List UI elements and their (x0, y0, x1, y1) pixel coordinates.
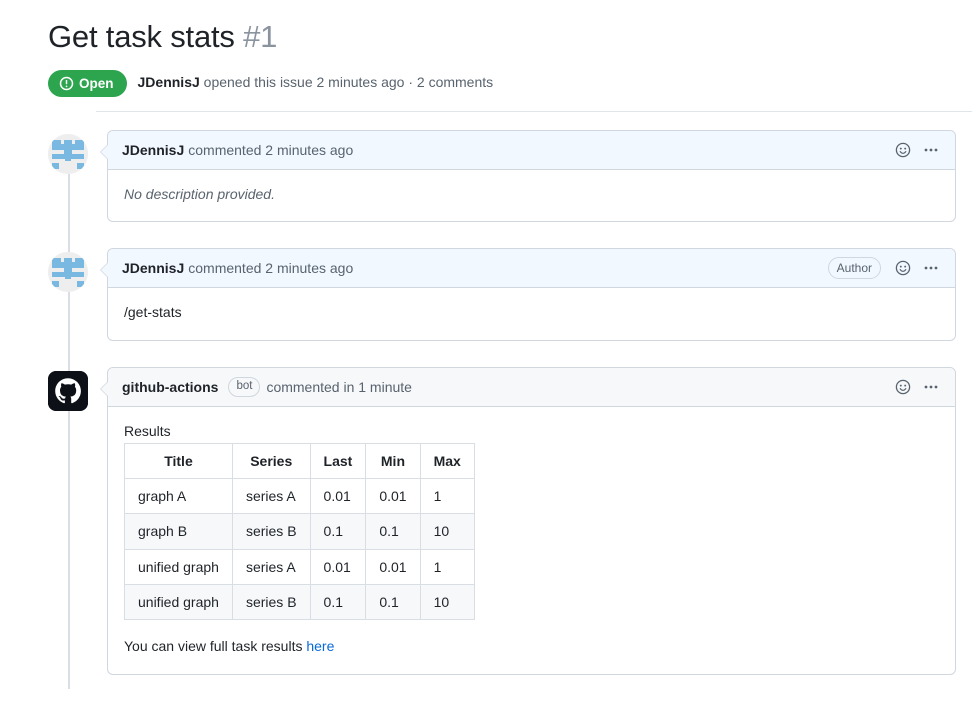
comment-header: JDennisJ commented 2 minutes ago Author (108, 249, 955, 289)
cell-min: 0.01 (365, 478, 421, 515)
comment-timestamp: commented 2 minutes ago (188, 141, 354, 158)
identicon-avatar (48, 133, 88, 174)
table-row: graph B series B 0.1 0.1 10 (124, 513, 475, 550)
cell-series: series A (231, 478, 311, 515)
cell-title: unified graph (124, 583, 233, 621)
comment-timeline: JDennisJ commented 2 minutes ago No desc… (0, 129, 972, 689)
table-header-row: Title Series Last Min Max (124, 442, 475, 480)
issue-meta-action: opened this issue 2 minutes ago · 2 comm… (203, 74, 494, 91)
results-footer: You can view full task results here (124, 636, 939, 658)
comment-body: /get-stats (108, 288, 955, 340)
comment-author[interactable]: github-actions (122, 379, 218, 395)
column-header-last: Last (309, 442, 367, 480)
bot-badge: bot (228, 377, 261, 397)
comment-body: Results Title Series Last Min Max graph … (108, 407, 955, 674)
column-header-series: Series (231, 442, 311, 480)
cell-max: 1 (419, 478, 475, 515)
results-table: Title Series Last Min Max graph A series… (124, 442, 475, 621)
avatar[interactable] (48, 133, 88, 174)
github-logo-avatar (48, 371, 88, 412)
cell-max: 10 (419, 583, 475, 621)
issue-meta-text: JDennisJ opened this issue 2 minutes ago… (138, 73, 494, 93)
column-header-min: Min (365, 442, 421, 480)
smiley-icon[interactable] (891, 375, 915, 399)
table-head: Title Series Last Min Max (124, 442, 475, 480)
cell-min: 0.1 (365, 513, 421, 550)
comment-box: JDennisJ commented 2 minutes ago Author (100, 248, 956, 342)
cell-last: 0.1 (309, 513, 367, 550)
status-badge[interactable]: Open (48, 69, 127, 97)
column-header-title: Title (124, 442, 233, 480)
comment-item: JDennisJ commented 2 minutes ago No desc… (48, 129, 972, 223)
results-footer-text: You can view full task results (124, 638, 307, 655)
cell-title: unified graph (124, 548, 233, 586)
issue-meta-row: Open JDennisJ opened this issue 2 minute… (48, 69, 956, 97)
cell-max: 10 (419, 513, 475, 550)
issue-opened-icon (59, 76, 74, 91)
cell-series: series B (231, 513, 311, 550)
table-body: graph A series A 0.01 0.01 1 graph B ser… (124, 478, 475, 621)
cell-last: 0.1 (309, 583, 367, 621)
comment-text: /get-stats (124, 304, 182, 321)
comment-author[interactable]: JDennisJ (122, 260, 184, 276)
results-label: Results (124, 423, 171, 440)
comment-box: github-actions bot commented in 1 minute (100, 367, 956, 675)
comment-text: No description provided. (124, 185, 275, 202)
issue-meta-author[interactable]: JDennisJ (138, 74, 200, 90)
cell-last: 0.01 (309, 548, 367, 586)
cell-max: 1 (419, 548, 475, 586)
smiley-icon[interactable] (891, 138, 915, 162)
avatar[interactable] (48, 371, 88, 412)
cell-last: 0.01 (309, 478, 367, 515)
cell-series: series A (231, 548, 311, 586)
issue-title-text: Get task stats (48, 19, 235, 54)
comment-item: JDennisJ commented 2 minutes ago Author (48, 248, 972, 342)
cell-series: series B (231, 583, 311, 621)
comment-body: No description provided. (108, 170, 955, 222)
comment-author[interactable]: JDennisJ (122, 142, 184, 158)
avatar[interactable] (48, 252, 88, 293)
kebab-menu-icon[interactable] (919, 138, 943, 162)
comment-item: github-actions bot commented in 1 minute (48, 367, 972, 675)
identicon-avatar (48, 252, 88, 293)
issue-page: Get task stats #1 Open JDennisJ opened t… (0, 0, 972, 722)
table-row: unified graph series A 0.01 0.01 1 (124, 548, 475, 586)
table-row: graph A series A 0.01 0.01 1 (124, 478, 475, 515)
comment-box: JDennisJ commented 2 minutes ago No desc… (100, 129, 956, 223)
issue-header: Get task stats #1 Open JDennisJ opened t… (0, 0, 972, 112)
comment-timestamp: commented 2 minutes ago (188, 260, 354, 277)
cell-title: graph B (124, 513, 233, 550)
task-results-link[interactable]: here (306, 638, 334, 654)
issue-number: #1 (243, 19, 278, 54)
comment-header: JDennisJ commented 2 minutes ago (108, 130, 955, 170)
column-header-max: Max (419, 442, 475, 480)
cell-title: graph A (124, 478, 233, 515)
page-title: Get task stats #1 (48, 18, 956, 57)
header-divider (96, 110, 972, 112)
cell-min: 0.01 (365, 548, 421, 586)
kebab-menu-icon[interactable] (919, 256, 943, 280)
cell-min: 0.1 (365, 583, 421, 621)
author-badge: Author (827, 257, 881, 280)
comment-timestamp: commented in 1 minute (266, 379, 412, 396)
comment-header: github-actions bot commented in 1 minute (108, 368, 955, 408)
status-badge-label: Open (79, 75, 114, 91)
smiley-icon[interactable] (891, 256, 915, 280)
table-row: unified graph series B 0.1 0.1 10 (124, 583, 475, 621)
kebab-menu-icon[interactable] (919, 375, 943, 399)
